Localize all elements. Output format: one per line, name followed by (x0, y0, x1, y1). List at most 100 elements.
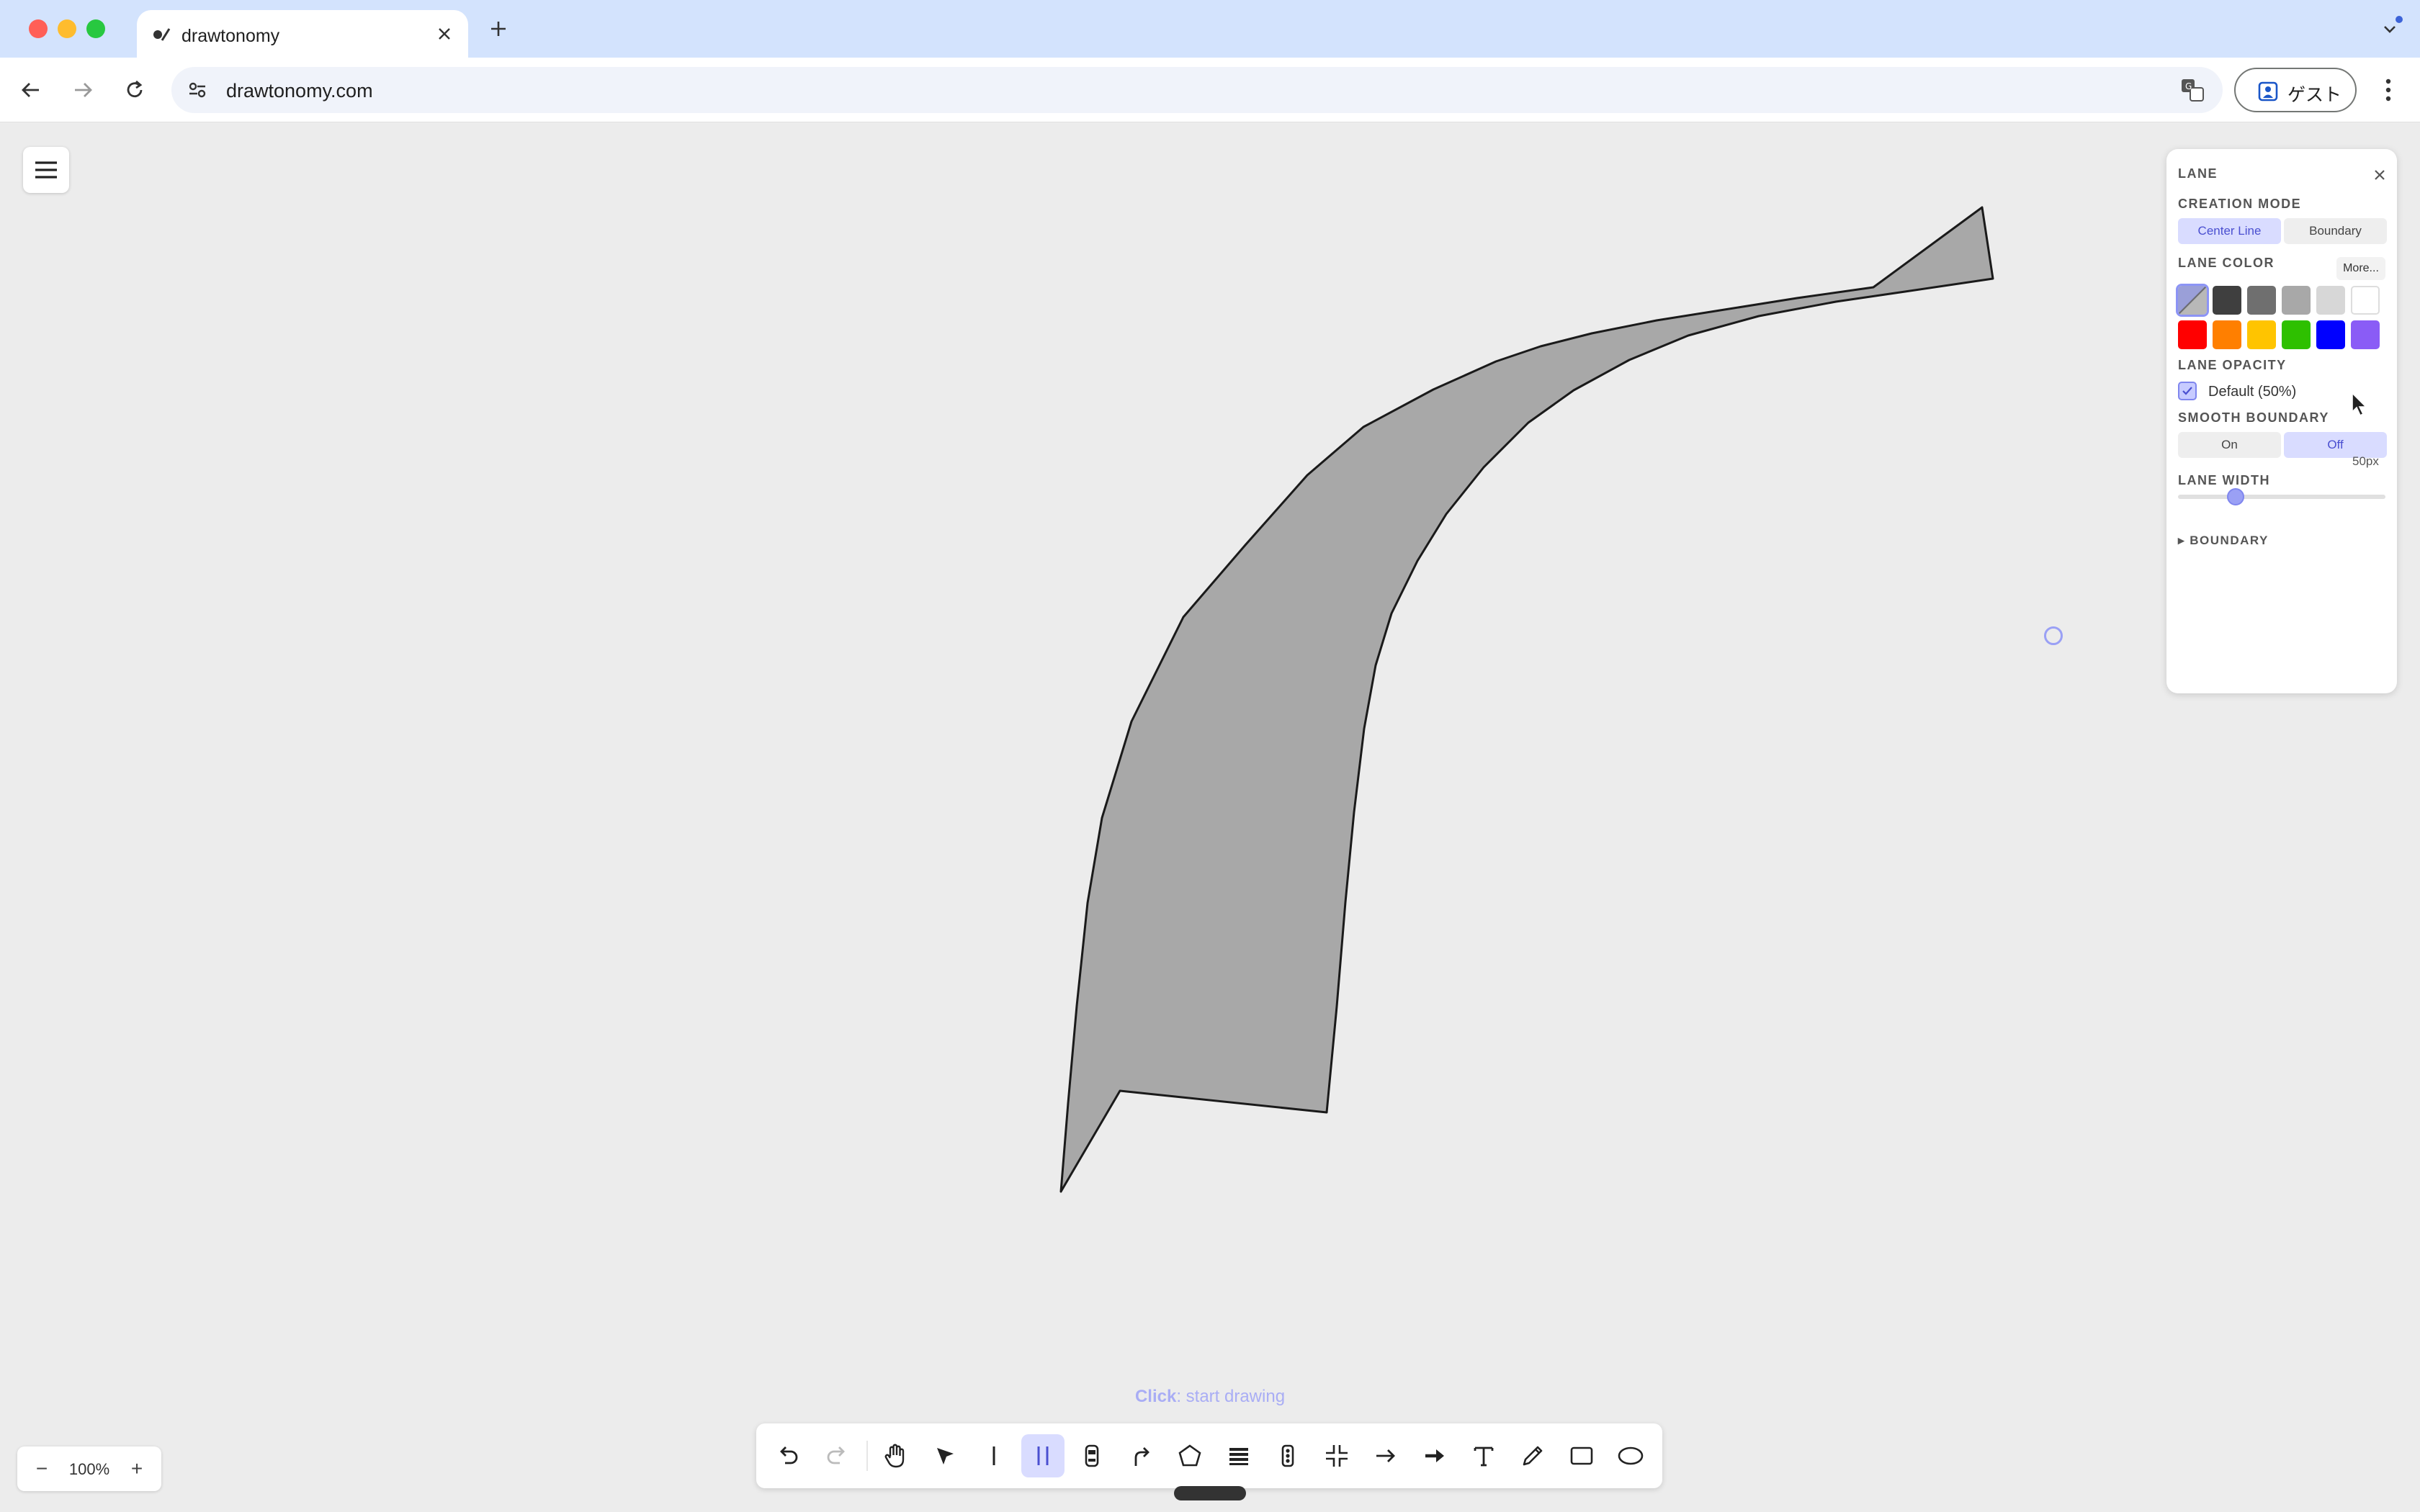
hand-icon (884, 1444, 905, 1468)
drawing-cursor-indicator (2044, 626, 2063, 645)
bold-arrow-tool-button[interactable] (1413, 1434, 1456, 1477)
undo-button[interactable] (766, 1434, 810, 1477)
swatch-default[interactable] (2176, 284, 2209, 317)
path-tool-button[interactable] (1119, 1434, 1162, 1477)
main-menu-button[interactable] (23, 147, 69, 193)
traffic-light-tool-button[interactable] (1266, 1434, 1309, 1477)
lane-shape[interactable] (1059, 206, 1994, 1193)
lane-width-slider-thumb[interactable] (2226, 488, 2244, 505)
site-info-icon[interactable] (180, 73, 215, 107)
forward-icon[interactable] (65, 72, 101, 108)
vehicle-tool-button[interactable] (1070, 1434, 1113, 1477)
crosswalk-tool-button[interactable] (1217, 1434, 1260, 1477)
lane-tool-button[interactable] (1021, 1434, 1065, 1477)
zoom-in-button[interactable]: + (122, 1454, 151, 1483)
boundary-section-toggle[interactable]: ▸ BOUNDARY (2178, 534, 2269, 548)
lane-width-slider[interactable] (2178, 495, 2385, 499)
browser-toolbar: drawtonomy.com G ゲスト (0, 58, 2420, 122)
browser-tab[interactable]: drawtonomy (137, 10, 468, 58)
vehicle-icon (1085, 1444, 1099, 1467)
lane-width-value: 50px (2352, 454, 2379, 468)
rectangle-icon (1570, 1446, 1593, 1465)
notification-dot (2396, 16, 2403, 23)
pencil-icon (1523, 1446, 1543, 1466)
swatch-dark-gray[interactable] (2213, 286, 2241, 315)
smooth-boundary-heading: SMOOTH BOUNDARY (2178, 410, 2329, 425)
toolbar-divider (866, 1441, 868, 1471)
close-tab-icon[interactable] (432, 22, 457, 46)
polygon-tool-button[interactable] (1168, 1434, 1211, 1477)
url-text: drawtonomy.com (226, 80, 373, 102)
lane-opacity-heading: LANE OPACITY (2178, 358, 2287, 372)
drawing-canvas[interactable]: LANE CREATION MODE Center Line Boundary … (0, 123, 2420, 1512)
maximize-window-button[interactable] (86, 19, 105, 38)
lane-color-heading: LANE COLOR (2178, 256, 2275, 270)
minimize-window-button[interactable] (58, 19, 76, 38)
creation-mode-heading: CREATION MODE (2178, 197, 2302, 211)
address-bar[interactable]: drawtonomy.com G (171, 67, 2223, 113)
tab-search-icon[interactable] (2374, 13, 2406, 45)
browser-menu-icon[interactable] (2374, 72, 2403, 108)
hand-tool-button[interactable] (874, 1434, 918, 1477)
zoom-out-button[interactable]: − (27, 1454, 56, 1483)
reload-icon[interactable] (117, 72, 153, 108)
swatch-purple[interactable] (2351, 320, 2380, 349)
pencil-tool-button[interactable] (1511, 1434, 1554, 1477)
close-window-button[interactable] (29, 19, 48, 38)
toolbar-drag-handle[interactable] (1174, 1486, 1246, 1500)
ellipse-tool-button[interactable] (1609, 1434, 1652, 1477)
zoom-level[interactable]: 100% (60, 1460, 118, 1479)
line-icon (992, 1446, 995, 1465)
translate-icon[interactable]: G (2178, 76, 2207, 104)
tool-bar (756, 1423, 1662, 1488)
boundary-option[interactable]: Boundary (2284, 218, 2387, 244)
default-opacity-checkbox[interactable] (2178, 382, 2197, 400)
creation-mode-toggle: Center Line Boundary (2178, 218, 2387, 244)
ellipse-icon (1618, 1446, 1644, 1465)
smooth-on-option[interactable]: On (2178, 432, 2281, 458)
swatch-yellow[interactable] (2247, 320, 2276, 349)
bold-arrow-icon (1425, 1449, 1444, 1462)
back-icon[interactable] (13, 72, 49, 108)
swatch-mid-gray[interactable] (2282, 286, 2311, 315)
path-icon (1134, 1447, 1150, 1466)
lane-width-heading: LANE WIDTH (2178, 473, 2270, 487)
profile-icon (2258, 81, 2278, 102)
new-tab-icon[interactable] (484, 14, 513, 43)
redo-button[interactable] (815, 1434, 859, 1477)
mouse-pointer-icon (2352, 392, 2367, 417)
favicon-icon (153, 28, 171, 41)
swatch-light-gray[interactable] (2316, 286, 2345, 315)
swatch-orange[interactable] (2213, 320, 2241, 349)
select-tool-button[interactable] (923, 1434, 967, 1477)
traffic-light-icon (1281, 1444, 1294, 1467)
more-colors-button[interactable]: More... (2336, 257, 2385, 280)
arrow-tool-button[interactable] (1364, 1434, 1407, 1477)
arrow-icon (1376, 1449, 1395, 1462)
zoom-control: − 100% + (17, 1446, 161, 1491)
intersection-icon (1326, 1445, 1348, 1467)
tab-title: drawtonomy (182, 26, 280, 46)
browser-tab-strip: drawtonomy (0, 0, 2420, 58)
rectangle-tool-button[interactable] (1560, 1434, 1603, 1477)
drawing-hint: Click: start drawing (1124, 1387, 1296, 1407)
swatch-green[interactable] (2282, 320, 2311, 349)
panel-title: LANE (2178, 166, 2218, 181)
center-line-option[interactable]: Center Line (2178, 218, 2281, 244)
lane-icon (1037, 1446, 1049, 1465)
swatch-blue[interactable] (2316, 320, 2345, 349)
lane-properties-panel: LANE CREATION MODE Center Line Boundary … (2166, 149, 2397, 693)
swatch-white[interactable] (2351, 286, 2380, 315)
close-icon[interactable] (2368, 163, 2391, 186)
swatch-red[interactable] (2178, 320, 2207, 349)
guest-profile-button[interactable]: ゲスト (2234, 68, 2357, 112)
redo-icon (827, 1446, 845, 1464)
text-tool-button[interactable] (1462, 1434, 1505, 1477)
line-tool-button[interactable] (972, 1434, 1016, 1477)
lane-drawing[interactable] (0, 123, 2420, 1512)
intersection-tool-button[interactable] (1315, 1434, 1358, 1477)
crosswalk-icon (1229, 1448, 1248, 1465)
boundary-section-label: BOUNDARY (2190, 534, 2269, 547)
swatch-gray[interactable] (2247, 286, 2276, 315)
hint-action: Click (1134, 1387, 1177, 1406)
